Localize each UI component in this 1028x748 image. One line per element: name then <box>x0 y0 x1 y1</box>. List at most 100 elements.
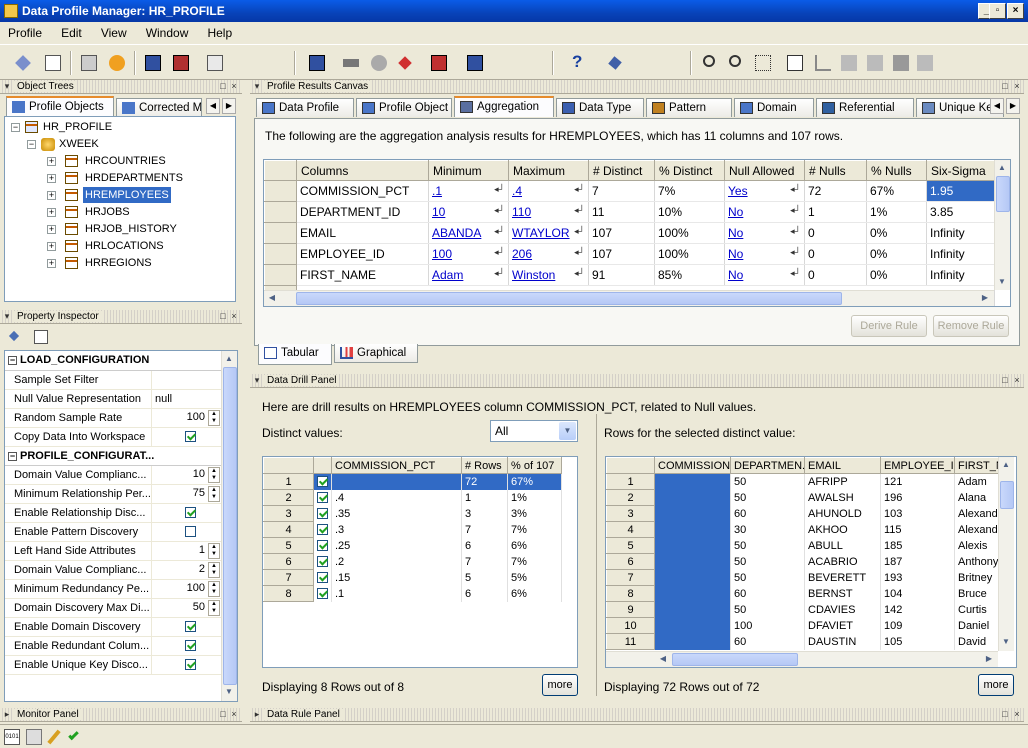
table-row[interactable]: 4.3 7 7% <box>263 521 562 538</box>
restore-icon[interactable]: □ <box>218 709 228 719</box>
spinner-icon[interactable]: ▲ ▼ <box>208 542 221 559</box>
cell[interactable]: .1 ◂┘ <box>428 180 509 202</box>
drill-icon[interactable]: ◂┘ <box>494 184 505 195</box>
restore-icon[interactable]: □ <box>1000 81 1010 91</box>
grid-icon-2[interactable] <box>864 52 886 74</box>
collapse-icon[interactable]: ▾ <box>2 311 12 321</box>
row-checkbox[interactable] <box>317 476 328 488</box>
close-icon[interactable]: × <box>1012 709 1022 719</box>
property-category[interactable]: − LOAD_CONFIGURATION <box>5 351 223 371</box>
property-row[interactable]: Enable Unique Key Disco... <box>5 655 223 675</box>
cell[interactable]: 110 ◂┘ <box>508 201 589 223</box>
collapse-icon[interactable]: ▸ <box>2 709 12 719</box>
cell[interactable]: No ◂┘ <box>724 222 805 244</box>
spinner-icon[interactable]: ▲ ▼ <box>208 580 221 597</box>
table-row[interactable]: 7.15 5 5% <box>263 569 562 586</box>
table-row[interactable]: DEPARTMENT_ID 10 ◂┘ 110 ◂┘ 11 10% No ◂┘ 1 1% 3.85 <box>264 201 995 223</box>
collapse-icon[interactable]: ▾ <box>252 375 262 385</box>
collapse-icon[interactable]: ▾ <box>252 81 262 91</box>
property-value[interactable]: 10 ▲ ▼ <box>151 465 223 485</box>
property-row[interactable]: Minimum Relationship Per... 75 ▲ ▼ <box>5 484 223 504</box>
drill-icon[interactable]: ◂┘ <box>494 247 505 258</box>
col-header-nulls[interactable]: # Nulls <box>804 160 867 181</box>
sync-icon[interactable] <box>204 52 226 74</box>
table-row[interactable]: 9 50 CDAVIES 142 Curtis <box>606 601 999 618</box>
property-value[interactable]: 2 ▲ ▼ <box>151 560 223 580</box>
restore-icon[interactable]: □ <box>1000 709 1010 719</box>
table-row[interactable]: 6 50 ACABRIO 187 Anthony <box>606 553 999 570</box>
table-row[interactable]: 3 60 AHUNOLD 103 Alexand <box>606 505 999 522</box>
property-row[interactable]: Copy Data Into Workspace <box>5 427 223 447</box>
drill-rows-vscroll[interactable]: ▲ ▼ <box>998 457 1014 651</box>
col-header-six-sigma[interactable]: Six-Sigma <box>926 160 995 181</box>
maximize-button[interactable]: ▫ <box>989 3 1006 19</box>
table-row[interactable]: 8 60 BERNST 104 Bruce <box>606 585 999 602</box>
edit-icon[interactable] <box>46 729 62 745</box>
tab-tabular[interactable]: Tabular <box>258 344 332 365</box>
context-help-icon[interactable] <box>604 52 626 74</box>
chevron-down-icon[interactable]: ▼ <box>559 422 576 440</box>
table-row[interactable]: EMAIL ABANDA ◂┘ WTAYLOR ◂┘ 107 100% No ◂┘ 0 0% Infi… <box>264 222 995 244</box>
property-checkbox[interactable] <box>184 507 196 519</box>
table-row[interactable]: 1 50 AFRIPP 121 Adam <box>606 473 999 490</box>
cell[interactable]: Yes ◂┘ <box>724 180 805 202</box>
expand-table-icon[interactable]: + <box>47 242 56 251</box>
drill-icon[interactable]: ◂┘ <box>790 184 801 195</box>
grid-icon-3[interactable] <box>890 52 912 74</box>
property-value[interactable]: 50 ▲ ▼ <box>151 598 223 618</box>
categorize-icon[interactable] <box>34 330 48 344</box>
table-row[interactable]: 11 60 DAUSTIN 105 David <box>606 633 999 650</box>
property-row[interactable]: Domain Discovery Max Di... 50 ▲ ▼ <box>5 598 223 618</box>
property-checkbox[interactable] <box>184 640 196 652</box>
property-value[interactable] <box>151 503 223 523</box>
table-row[interactable]: EMPLOYEE_ID 100 ◂┘ 206 ◂┘ 107 100% No ◂┘ 0 0% Infin… <box>264 243 995 265</box>
cell[interactable]: 206 ◂┘ <box>508 243 589 265</box>
row-checkbox[interactable] <box>317 572 328 584</box>
rows-more-button[interactable]: more <box>978 674 1014 696</box>
property-value[interactable]: 75 ▲ ▼ <box>151 484 223 504</box>
cell[interactable]: Adam ◂┘ <box>428 264 509 286</box>
expand-root-icon[interactable]: − <box>11 123 20 132</box>
tree-table-hrlocations[interactable]: HRLOCATIONS <box>83 238 166 254</box>
cell[interactable]: 10 ◂┘ <box>428 201 509 223</box>
property-checkbox[interactable] <box>184 526 196 538</box>
property-checkbox[interactable] <box>184 621 196 633</box>
remove-all-icon[interactable] <box>26 729 42 745</box>
tree-table-hrdepartments[interactable]: HRDEPARTMENTS <box>83 170 185 186</box>
cell[interactable]: No ◂┘ <box>724 243 805 265</box>
property-value[interactable]: 1 ▲ ▼ <box>151 541 223 561</box>
aggregation-vscroll[interactable]: ▲ ▼ <box>994 160 1010 290</box>
drill-icon[interactable]: ◂┘ <box>574 226 585 237</box>
collapse-icon[interactable]: ▾ <box>2 81 12 91</box>
col-header-null-allowed[interactable]: Null Allowed <box>724 160 805 181</box>
spinner-icon[interactable]: ▲ ▼ <box>208 409 221 426</box>
row-checkbox[interactable] <box>317 588 328 600</box>
spinner-icon[interactable]: ▲ ▼ <box>208 599 221 616</box>
restore-icon[interactable]: □ <box>218 81 228 91</box>
table-row[interactable]: 2 50 AWALSH 196 Alana <box>606 489 999 506</box>
tree-root[interactable]: HR_PROFILE <box>43 119 112 135</box>
property-value[interactable] <box>151 636 223 656</box>
remove-rule-button[interactable]: Remove Rule <box>933 315 1009 337</box>
property-checkbox[interactable] <box>184 431 196 443</box>
property-row[interactable]: Enable Redundant Colum... <box>5 636 223 656</box>
distinct-filter-select[interactable]: All ▼ <box>490 420 578 442</box>
close-icon[interactable]: × <box>229 311 239 321</box>
tab-referential[interactable]: Referential <box>816 98 914 117</box>
col-header-nulls[interactable]: % Nulls <box>866 160 927 181</box>
col-header-departmen[interactable]: DEPARTMEN... <box>730 457 805 474</box>
drill-icon[interactable]: ◂┘ <box>494 205 505 216</box>
property-checkbox[interactable] <box>184 659 196 671</box>
table-row[interactable]: 1 72 67% <box>263 473 562 490</box>
tab-profile-objects[interactable]: Profile Objects <box>6 96 114 117</box>
property-row[interactable]: Null Value Representation null <box>5 389 223 409</box>
cell[interactable]: .4 ◂┘ <box>508 180 589 202</box>
tab-data-type[interactable]: Data Type <box>556 98 644 117</box>
tree-table-hrcountries[interactable]: HRCOUNTRIES <box>83 153 168 169</box>
tree-table-hremployees[interactable]: HREMPLOYEES <box>83 187 171 203</box>
property-value[interactable] <box>151 655 223 675</box>
spinner-icon[interactable]: ▲ ▼ <box>208 466 221 483</box>
drill-icon[interactable]: ◂┘ <box>574 268 585 279</box>
row-checkbox[interactable] <box>317 508 328 520</box>
tree-table-hrjob-history[interactable]: HRJOB_HISTORY <box>83 221 179 237</box>
